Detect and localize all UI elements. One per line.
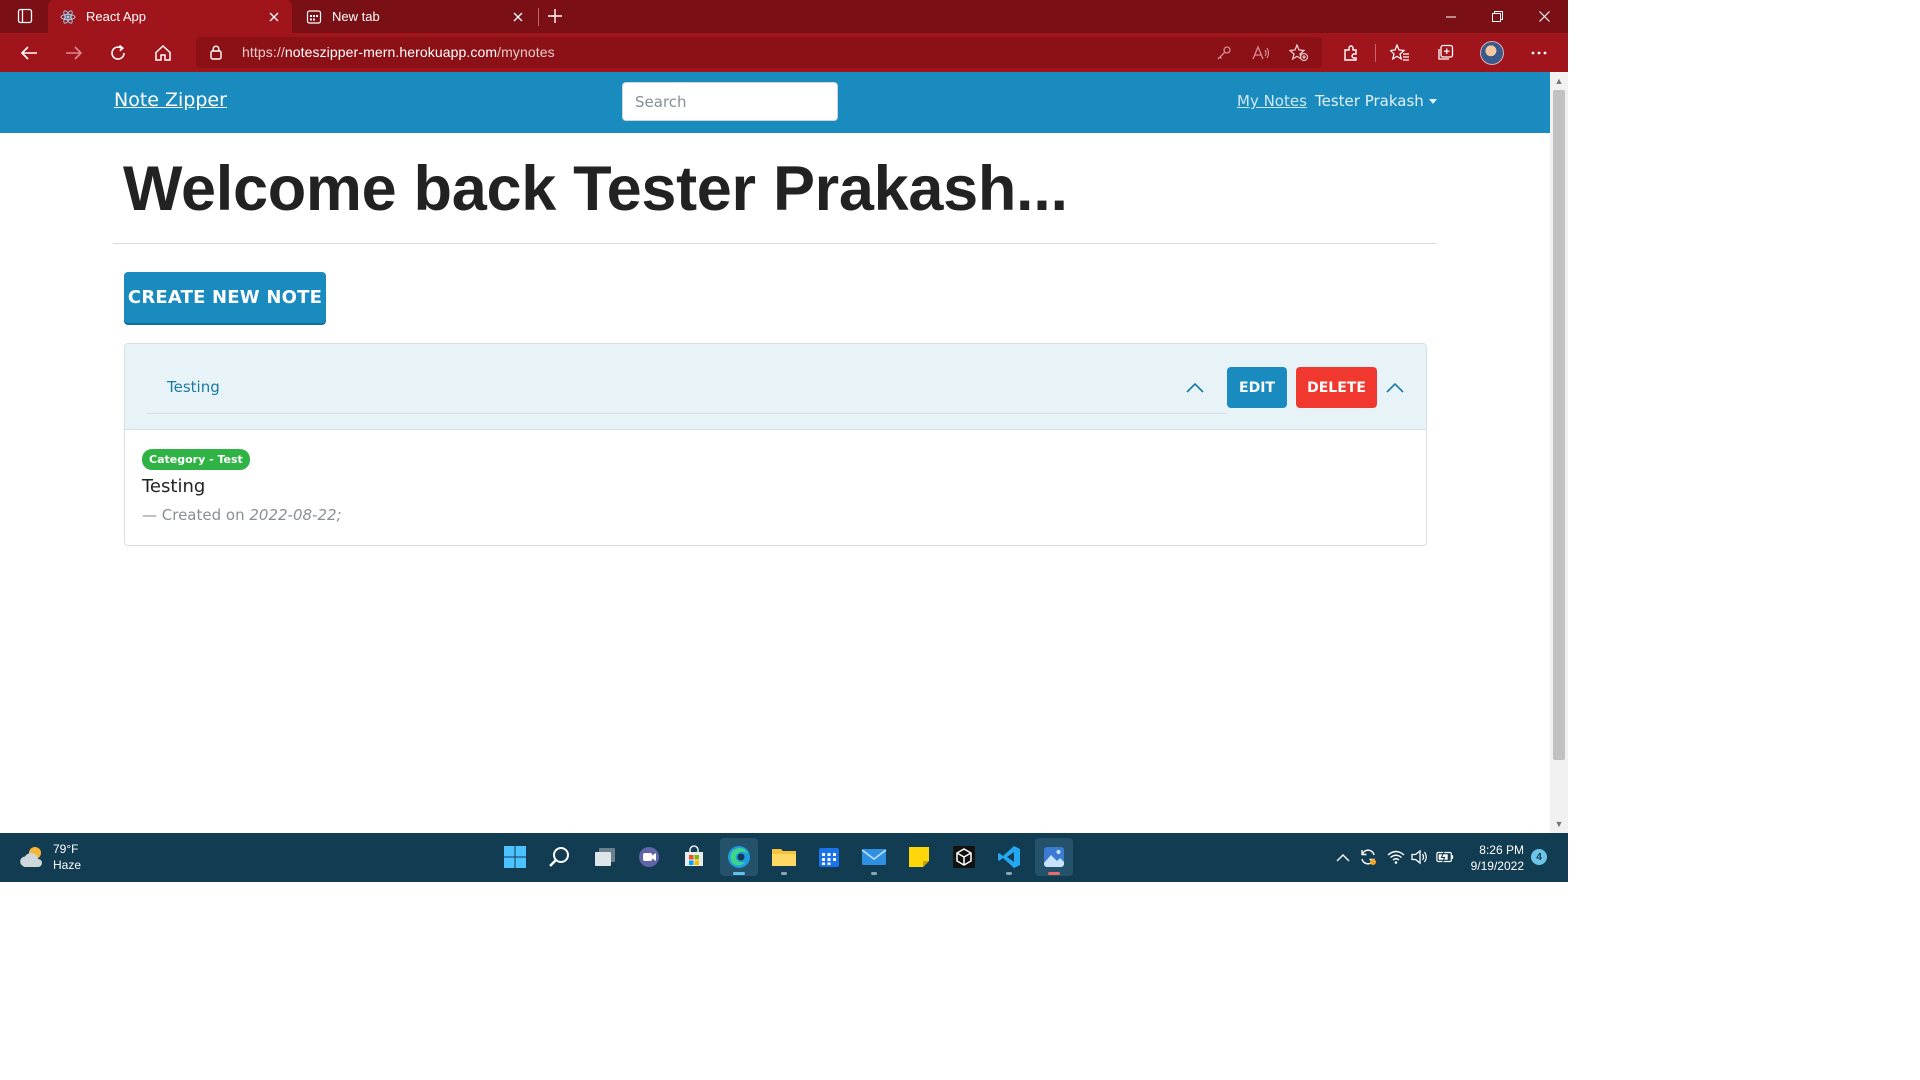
- page-scrollbar[interactable]: ▲ ▼: [1550, 72, 1568, 833]
- page-viewport: Note Zipper My Notes Tester Prakash Welc…: [0, 72, 1550, 833]
- photos-icon[interactable]: [1035, 838, 1073, 876]
- footer-prefix: — Created on: [142, 506, 245, 524]
- browser-toolbar: https://noteszipper-mern.herokuapp.com/m…: [0, 33, 1568, 72]
- running-indicator: [781, 872, 787, 875]
- address-bar[interactable]: https://noteszipper-mern.herokuapp.com/m…: [196, 37, 1322, 68]
- scroll-down-arrow-icon[interactable]: ▼: [1554, 819, 1564, 829]
- note-footer: — Created on 2022-08-22;: [142, 506, 342, 524]
- my-notes-link[interactable]: My Notes: [1237, 92, 1307, 110]
- scrollbar-thumb[interactable]: [1553, 90, 1565, 760]
- unity-icon[interactable]: [945, 838, 983, 876]
- forward-arrow-icon[interactable]: [60, 39, 88, 67]
- browser-tab-strip: React App New tab: [0, 0, 1568, 33]
- sync-icon[interactable]: [1359, 848, 1377, 866]
- sticky-notes-icon[interactable]: [900, 838, 938, 876]
- edge-icon[interactable]: [720, 838, 758, 876]
- running-indicator: [1006, 872, 1012, 875]
- tab-react-app[interactable]: React App: [48, 0, 292, 33]
- vscode-icon[interactable]: [990, 838, 1028, 876]
- edit-note-button[interactable]: EDIT: [1227, 367, 1287, 408]
- key-icon[interactable]: [1214, 43, 1234, 63]
- new-tab-page-icon: [306, 9, 322, 25]
- url-host: noteszipper-mern.herokuapp.com: [284, 44, 498, 60]
- chevron-up-icon[interactable]: [1385, 377, 1405, 397]
- running-indicator: [1048, 872, 1060, 875]
- weather-desc: Haze: [53, 858, 82, 872]
- search-input[interactable]: [622, 82, 838, 121]
- title-divider: [113, 243, 1436, 244]
- battery-icon[interactable]: [1436, 848, 1454, 866]
- user-dropdown[interactable]: Tester Prakash: [1315, 92, 1437, 110]
- calendar-icon[interactable]: [810, 838, 848, 876]
- user-name: Tester Prakash: [1315, 92, 1424, 110]
- extensions-icon[interactable]: [1337, 39, 1365, 67]
- url-text: https://noteszipper-mern.herokuapp.com/m…: [242, 44, 555, 60]
- collections-icon[interactable]: [1431, 39, 1459, 67]
- task-view-icon[interactable]: [586, 838, 624, 876]
- note-content: Testing: [142, 476, 206, 497]
- create-note-button[interactable]: CREATE NEW NOTE: [124, 272, 326, 323]
- close-tab-icon[interactable]: [508, 7, 528, 27]
- read-aloud-icon[interactable]: [1251, 43, 1271, 63]
- scroll-up-arrow-icon[interactable]: ▲: [1554, 76, 1564, 86]
- note-card-header: Testing EDIT DELETE: [125, 344, 1426, 430]
- close-tab-icon[interactable]: [264, 7, 284, 27]
- home-icon[interactable]: [149, 39, 177, 67]
- created-date: 2022-08-22;: [249, 506, 342, 524]
- weather-widget[interactable]: 79°F Haze: [18, 841, 81, 873]
- toolbar-divider: [1375, 44, 1376, 62]
- restore-icon[interactable]: [1474, 0, 1520, 33]
- notification-badge[interactable]: 4: [1531, 849, 1547, 865]
- running-indicator: [871, 872, 877, 875]
- file-explorer-icon[interactable]: [765, 838, 803, 876]
- window-close-icon[interactable]: [1521, 0, 1567, 33]
- url-scheme: https://: [242, 44, 285, 60]
- system-clock[interactable]: 8:26 PM 9/19/2022: [1466, 842, 1524, 874]
- windows-taskbar: 79°F Haze 8:26 PM 9/19/2022 4: [0, 833, 1568, 882]
- url-path: /mynotes: [497, 44, 555, 60]
- caret-down-icon: [1428, 98, 1437, 104]
- tab-title: React App: [86, 9, 146, 24]
- note-title: Testing: [167, 378, 220, 396]
- mail-icon[interactable]: [855, 838, 893, 876]
- note-card: Testing EDIT DELETE Category - Test Test…: [124, 343, 1427, 546]
- wifi-icon[interactable]: [1387, 848, 1405, 866]
- weather-temp: 79°F: [53, 842, 79, 856]
- tab-divider: [538, 8, 539, 26]
- tab-new-tab[interactable]: New tab: [294, 0, 536, 33]
- refresh-icon[interactable]: [104, 39, 132, 67]
- start-icon[interactable]: [496, 838, 534, 876]
- microsoft-store-icon[interactable]: [675, 838, 713, 876]
- category-badge: Category - Test: [142, 449, 250, 470]
- clock-date: 9/19/2022: [1470, 859, 1524, 873]
- tab-title: New tab: [332, 9, 380, 24]
- teams-chat-icon[interactable]: [630, 838, 668, 876]
- weather-haze-icon: [18, 844, 46, 870]
- tab-actions-icon[interactable]: [12, 5, 38, 27]
- chevron-up-icon[interactable]: [1334, 848, 1352, 866]
- minimize-icon[interactable]: [1428, 0, 1474, 33]
- profile-avatar[interactable]: [1480, 41, 1504, 65]
- page-title: Welcome back Tester Prakash...: [123, 154, 1068, 224]
- lock-icon[interactable]: [208, 44, 224, 60]
- running-indicator: [733, 872, 745, 875]
- chevron-up-icon: [1185, 377, 1205, 397]
- note-accordion-toggle[interactable]: Testing: [147, 356, 1227, 414]
- back-arrow-icon[interactable]: [15, 39, 43, 67]
- brand-link[interactable]: Note Zipper: [114, 89, 227, 111]
- clock-time: 8:26 PM: [1479, 843, 1524, 857]
- add-favorite-icon[interactable]: [1289, 43, 1309, 63]
- react-icon: [60, 9, 76, 25]
- app-navbar: Note Zipper My Notes Tester Prakash: [0, 72, 1550, 133]
- delete-note-button[interactable]: DELETE: [1296, 367, 1377, 408]
- favorites-icon[interactable]: [1386, 39, 1414, 67]
- volume-icon[interactable]: [1411, 848, 1429, 866]
- search-icon[interactable]: [541, 838, 579, 876]
- more-menu-icon[interactable]: [1525, 39, 1553, 67]
- new-tab-plus-icon[interactable]: [542, 5, 568, 27]
